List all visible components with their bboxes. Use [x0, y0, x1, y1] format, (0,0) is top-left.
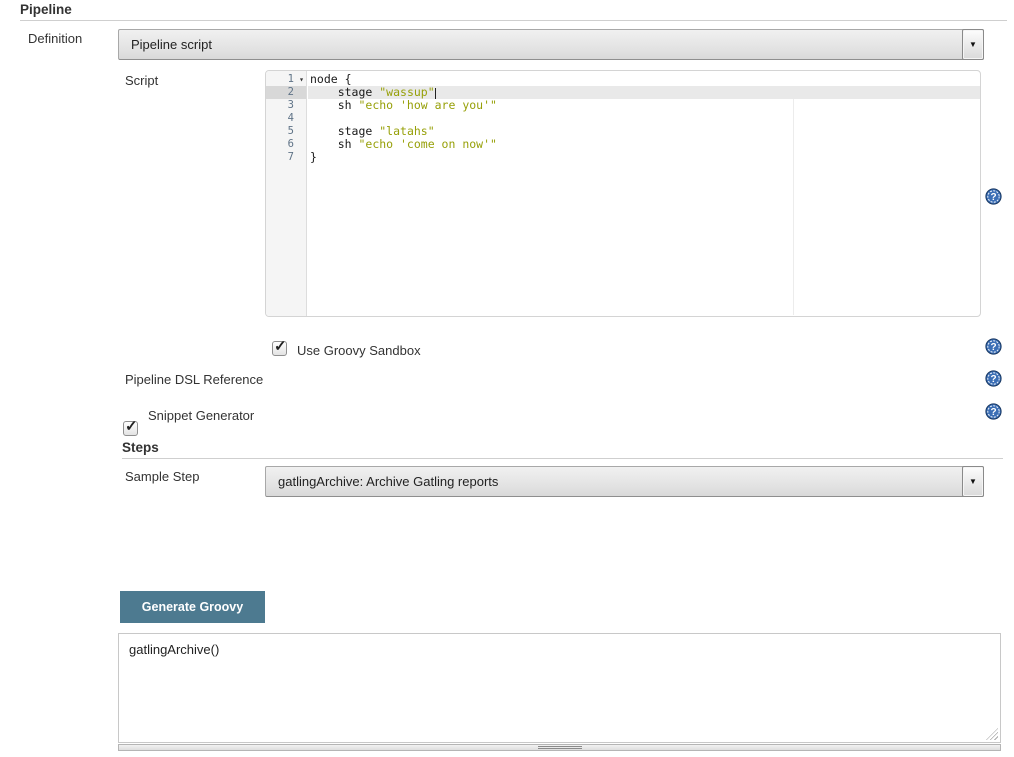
editor-ruler-line [793, 99, 794, 315]
help-icon[interactable]: ? [985, 403, 1002, 420]
snippet-generator-label: Snippet Generator [148, 408, 254, 423]
line-number: 4 [266, 112, 306, 125]
svg-text:?: ? [990, 192, 996, 203]
definition-select[interactable]: Pipeline script ▼ [118, 29, 984, 60]
generate-groovy-button[interactable]: Generate Groovy [120, 591, 265, 623]
script-label: Script [125, 73, 158, 88]
editor-code-area[interactable]: node { stage "wassup" sh "echo 'how are … [308, 71, 980, 316]
use-groovy-sandbox-label: Use Groovy Sandbox [297, 343, 421, 358]
code-line[interactable]: sh "echo 'come on now'" [308, 138, 980, 151]
line-number: 2 [266, 86, 306, 99]
code-string-token: "echo 'come on now'" [358, 137, 496, 151]
sample-step-select-arrow-button[interactable]: ▼ [962, 466, 984, 497]
sample-step-select[interactable]: gatlingArchive: Archive Gatling reports … [265, 466, 984, 497]
textarea-drag-resize-handle[interactable] [118, 744, 1001, 751]
script-code-editor[interactable]: 1▾234567 node { stage "wassup" sh "echo … [265, 70, 981, 317]
textarea-resize-grip[interactable] [986, 728, 998, 740]
code-token: sh [310, 137, 358, 151]
definition-label: Definition [28, 31, 82, 46]
check-icon: ✓ [274, 337, 287, 355]
code-string-token: "echo 'how are you'" [358, 98, 496, 112]
line-number: 6 [266, 138, 306, 151]
use-groovy-sandbox-checkbox[interactable]: ✓ [272, 341, 287, 356]
svg-text:?: ? [990, 407, 996, 418]
section-divider [122, 458, 1003, 459]
section-divider [20, 20, 1007, 21]
help-icon[interactable]: ? [985, 370, 1002, 387]
fold-arrow-icon[interactable]: ▾ [299, 73, 304, 86]
line-number: 7 [266, 151, 306, 164]
pipeline-section-title: Pipeline [20, 2, 72, 17]
pipeline-config-page: Pipeline Definition Pipeline script ▼ Sc… [0, 0, 1014, 757]
code-string-token: "wassup" [379, 85, 434, 99]
snippet-generator-checkbox[interactable]: ✓ [123, 421, 138, 436]
code-token: stage [310, 85, 379, 99]
chevron-down-icon: ▼ [969, 478, 977, 486]
help-icon[interactable]: ? [985, 188, 1002, 205]
code-line[interactable]: } [308, 151, 980, 164]
sample-step-label: Sample Step [125, 469, 199, 484]
steps-section-title: Steps [122, 440, 159, 455]
line-number: 1▾ [266, 73, 306, 86]
line-number: 5 [266, 125, 306, 138]
check-icon: ✓ [125, 417, 138, 435]
drag-handle-grip-icon [538, 746, 582, 749]
generated-groovy-text: gatlingArchive() [129, 642, 219, 657]
code-token: node { [310, 72, 352, 86]
code-token: sh [310, 98, 358, 112]
editor-gutter: 1▾234567 [266, 71, 307, 316]
code-line[interactable]: sh "echo 'how are you'" [308, 99, 980, 112]
pipeline-dsl-reference-label: Pipeline DSL Reference [125, 372, 263, 387]
generated-groovy-textarea[interactable]: gatlingArchive() [118, 633, 1001, 743]
sample-step-select-value: gatlingArchive: Archive Gatling reports [266, 467, 983, 496]
svg-text:?: ? [990, 342, 996, 353]
code-token: } [310, 150, 317, 164]
definition-select-arrow-button[interactable]: ▼ [962, 29, 984, 60]
svg-text:?: ? [990, 374, 996, 385]
line-number: 3 [266, 99, 306, 112]
code-string-token: "latahs" [379, 124, 434, 138]
chevron-down-icon: ▼ [969, 41, 977, 49]
code-token: stage [310, 124, 379, 138]
definition-select-value: Pipeline script [119, 30, 983, 59]
help-icon[interactable]: ? [985, 338, 1002, 355]
